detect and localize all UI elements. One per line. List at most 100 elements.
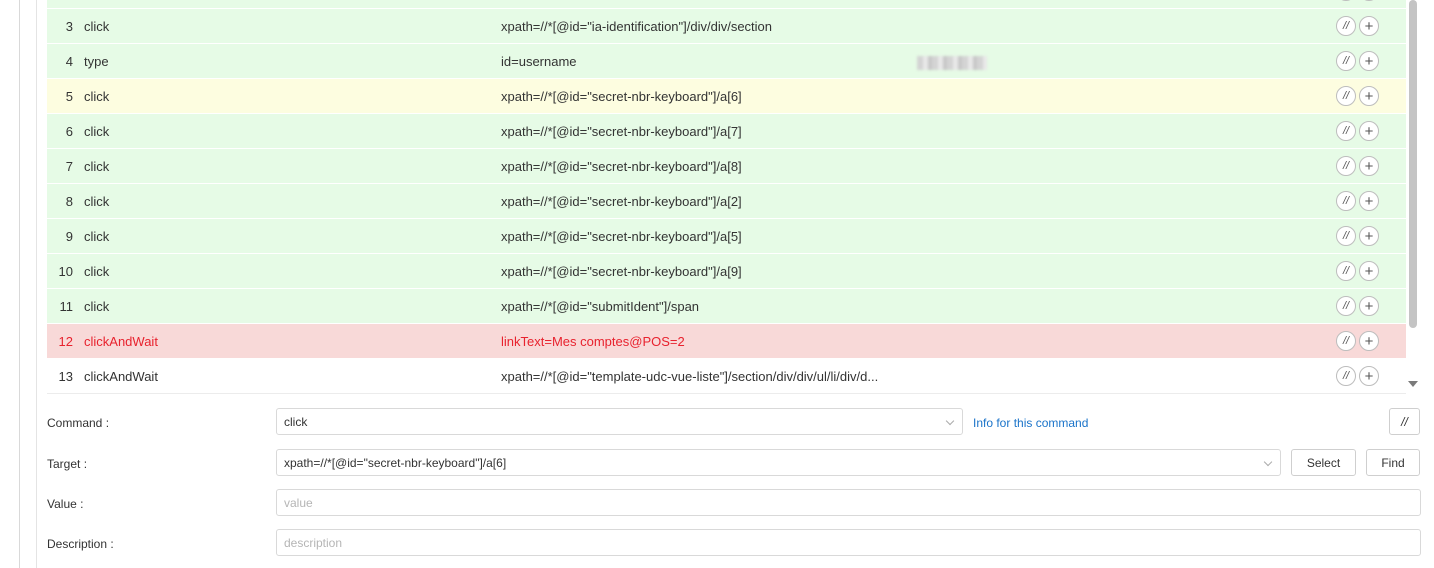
row-command: clickAndWait <box>84 369 158 384</box>
row-target: xpath=//*[@id="template-udc-vue-liste"]/… <box>501 369 879 384</box>
row-index: 10 <box>58 264 73 279</box>
row-target: xpath=//*[@id="ia-identification"]/div/d… <box>501 19 773 34</box>
command-select[interactable]: click <box>276 408 963 435</box>
insert-row-button[interactable]: + <box>1359 121 1379 141</box>
row-target: id=username <box>501 54 577 69</box>
row-target: xpath=//*[@id="secret-nbr-keyboard"]/a[8… <box>501 159 742 174</box>
row-actions: //+ <box>1336 51 1379 71</box>
comment-row-button[interactable]: // <box>1336 261 1356 281</box>
table-row[interactable]: 9 click xpath=//*[@id="secret-nbr-keyboard… <box>47 219 1406 254</box>
target-select[interactable]: xpath=//*[@id="secret-nbr-keyboard"]/a[6… <box>276 449 1281 476</box>
command-table[interactable]: 2//+ 3 click xpath=//*[@id="ia-identificati… <box>47 0 1406 395</box>
comment-row-button[interactable]: // <box>1336 191 1356 211</box>
table-row[interactable]: 8 click xpath=//*[@id="secret-nbr-keyboard… <box>47 184 1406 219</box>
row-target: xpath=//*[@id="secret-nbr-keyboard"]/a[6… <box>501 89 742 104</box>
comment-row-button[interactable]: // <box>1336 366 1356 386</box>
row-target: xpath=//*[@id="secret-nbr-keyboard"]/a[5… <box>501 229 742 244</box>
row-actions: //+ <box>1336 16 1379 36</box>
table-row[interactable]: 5 click xpath=//*[@id="secret-nbr-keyboard… <box>47 79 1406 114</box>
row-actions: //+ <box>1336 86 1379 106</box>
row-index: 6 <box>65 124 73 139</box>
row-index: 5 <box>65 89 73 104</box>
row-command: click <box>84 299 110 314</box>
comment-out-button[interactable]: // <box>1389 408 1420 435</box>
row-command: click <box>84 194 110 209</box>
description-input[interactable]: description <box>276 529 1421 556</box>
row-command: click <box>84 19 110 34</box>
table-row[interactable]: 3 click xpath=//*[@id="ia-identification"]… <box>47 9 1406 44</box>
insert-row-button[interactable]: + <box>1359 366 1379 386</box>
row-command: clickAndWait <box>84 334 158 349</box>
redacted-value <box>917 55 987 70</box>
description-placeholder: description <box>284 536 343 550</box>
row-actions: //+ <box>1336 226 1379 246</box>
chevron-down-icon <box>945 416 955 426</box>
row-target: linkText=Mes comptes@POS=2 <box>501 334 685 349</box>
row-index: 12 <box>58 334 73 349</box>
row-target: xpath=//*[@id="secret-nbr-keyboard"]/a[7… <box>501 124 742 139</box>
row-command: click <box>84 124 110 139</box>
table-row[interactable]: 4 type id=username //+ <box>47 44 1406 79</box>
description-label: Description : <box>47 537 114 551</box>
command-rows: 2//+ 3 click xpath=//*[@id="ia-identificati… <box>47 0 1406 394</box>
scroll-down-arrow-icon[interactable] <box>1408 381 1418 387</box>
insert-row-button[interactable]: + <box>1359 51 1379 71</box>
row-target: xpath=//*[@id="submitIdent"]/span <box>501 299 700 314</box>
target-value: xpath=//*[@id="secret-nbr-keyboard"]/a[6… <box>284 456 507 470</box>
comment-row-button[interactable]: // <box>1336 121 1356 141</box>
insert-row-button[interactable]: + <box>1359 16 1379 36</box>
table-row[interactable]: 7 click xpath=//*[@id="secret-nbr-keyboard… <box>47 149 1406 184</box>
row-actions: //+ <box>1336 156 1379 176</box>
table-row[interactable]: 6 click xpath=//*[@id="secret-nbr-keyboard… <box>47 114 1406 149</box>
select-button[interactable]: Select <box>1291 449 1356 476</box>
target-label: Target : <box>47 457 88 471</box>
row-target: xpath=//*[@id="secret-nbr-keyboard"]/a[9… <box>501 264 742 279</box>
row-actions: //+ <box>1336 331 1379 351</box>
row-target: xpath=//*[@id="secret-nbr-keyboard"]/a[2… <box>501 194 742 209</box>
insert-row-button[interactable]: + <box>1359 296 1379 316</box>
row-actions: //+ <box>1336 366 1379 386</box>
comment-row-button[interactable]: // <box>1336 156 1356 176</box>
insert-row-button[interactable]: + <box>1359 156 1379 176</box>
outer-border <box>19 0 20 568</box>
find-button[interactable]: Find <box>1366 449 1420 476</box>
scrollbar-thumb[interactable] <box>1409 0 1417 328</box>
row-command: type <box>84 54 109 69</box>
insert-row-button[interactable]: + <box>1359 331 1379 351</box>
comment-row-button[interactable]: // <box>1336 226 1356 246</box>
insert-row-button[interactable]: + <box>1359 86 1379 106</box>
row-index: 3 <box>65 19 73 34</box>
comment-row-button[interactable]: // <box>1336 296 1356 316</box>
row-index: 11 <box>59 299 74 314</box>
chevron-down-icon <box>1263 457 1273 467</box>
table-row[interactable]: 12 clickAndWait linkText=Mes comptes@POS=2… <box>47 324 1406 359</box>
comment-row-button[interactable]: // <box>1336 331 1356 351</box>
table-row[interactable]: 11 click xpath=//*[@id="submitIdent"]/span… <box>47 289 1406 324</box>
insert-row-button[interactable]: + <box>1359 261 1379 281</box>
table-row[interactable]: 13 clickAndWait xpath=//*[@id="template-ud… <box>47 359 1406 394</box>
info-for-command-link[interactable]: Info for this command <box>973 416 1088 430</box>
value-input[interactable]: value <box>276 489 1421 516</box>
table-scrollbar[interactable] <box>1406 0 1420 395</box>
table-row[interactable]: 2 //+ <box>47 0 1406 9</box>
insert-row-button[interactable]: + <box>1359 0 1379 1</box>
comment-row-button[interactable]: // <box>1336 51 1356 71</box>
table-row[interactable]: 10 click xpath=//*[@id="secret-nbr-keyboar… <box>47 254 1406 289</box>
comment-row-button[interactable]: // <box>1336 0 1356 1</box>
command-value: click <box>284 415 308 429</box>
comment-row-button[interactable]: // <box>1336 86 1356 106</box>
row-command: click <box>84 89 110 104</box>
row-index: 13 <box>58 369 73 384</box>
row-index: 9 <box>65 229 73 244</box>
row-index: 8 <box>65 194 73 209</box>
row-actions: //+ <box>1336 296 1379 316</box>
row-command: click <box>84 229 110 244</box>
row-command: click <box>84 264 110 279</box>
insert-row-button[interactable]: + <box>1359 226 1379 246</box>
command-label: Command : <box>47 416 110 430</box>
value-label: Value : <box>47 497 84 511</box>
comment-row-button[interactable]: // <box>1336 16 1356 36</box>
insert-row-button[interactable]: + <box>1359 191 1379 211</box>
panel-border <box>36 0 37 568</box>
value-placeholder: value <box>284 496 313 510</box>
